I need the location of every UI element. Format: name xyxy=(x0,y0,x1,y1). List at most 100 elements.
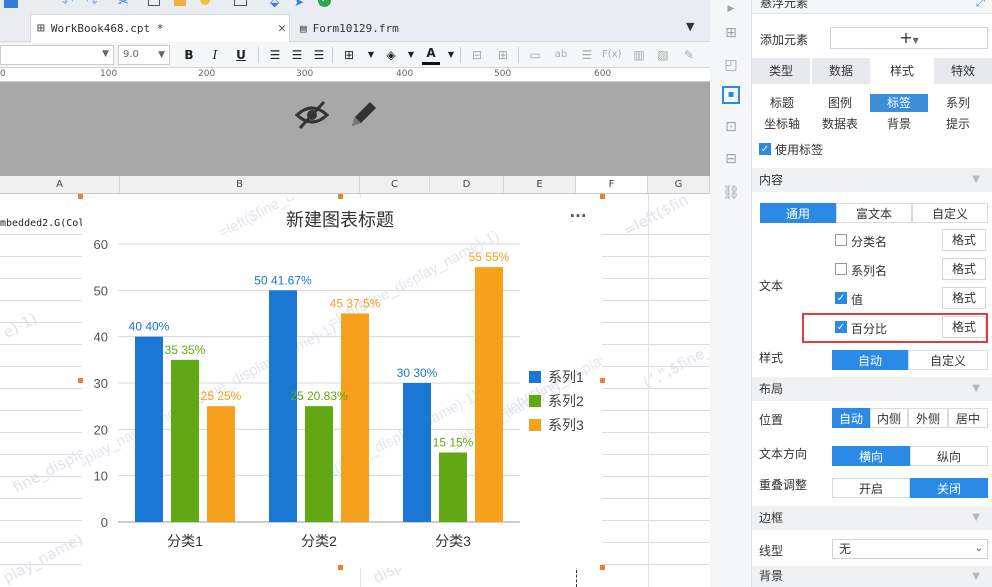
bold-button[interactable]: B xyxy=(180,45,198,65)
fill-color-icon[interactable]: ◈ xyxy=(382,45,400,65)
underline-button[interactable]: U xyxy=(232,45,250,65)
font-size-select[interactable]: 9.0 ▼ xyxy=(118,45,170,65)
preview-icon[interactable] xyxy=(234,0,247,6)
more-options-icon[interactable]: ... xyxy=(569,203,586,221)
font-color-icon[interactable]: A xyxy=(422,45,440,65)
content-mode-richtext[interactable]: 富文本 xyxy=(836,203,912,223)
pin-icon[interactable]: ⬙ xyxy=(270,0,279,9)
subtab-label[interactable]: 标签 xyxy=(870,94,928,112)
style-mode-custom[interactable]: 自定义 xyxy=(908,350,988,370)
check-icon[interactable]: ✓ xyxy=(318,0,331,7)
use-label-checkbox[interactable]: ✓ xyxy=(759,143,771,155)
position-outside[interactable]: 外侧 xyxy=(908,408,948,428)
subtab-legend[interactable]: 图例 xyxy=(812,94,868,112)
edit-pencil-icon[interactable] xyxy=(346,98,380,132)
merge-icon[interactable]: ⊟ xyxy=(468,45,486,65)
column-header-f[interactable]: F xyxy=(576,176,648,194)
column-header-a[interactable]: A xyxy=(0,176,120,194)
chevron-down-icon[interactable]: ▼ xyxy=(442,45,460,65)
subtab-title[interactable]: 标题 xyxy=(754,94,810,112)
column-header-b[interactable]: B xyxy=(120,176,360,194)
tab-data[interactable]: 数据 xyxy=(812,58,870,84)
position-label: 位置 xyxy=(759,413,784,427)
text-icon[interactable]: ab xyxy=(552,45,570,65)
position-auto[interactable]: 自动 xyxy=(832,408,870,428)
image-icon[interactable]: ▨ xyxy=(654,45,672,65)
hide-eye-icon[interactable] xyxy=(294,100,330,130)
column-header-e[interactable]: E xyxy=(504,176,576,194)
series-name-checkbox[interactable] xyxy=(835,263,847,275)
chevron-down-icon[interactable]: ▼ xyxy=(362,45,380,65)
chart-title[interactable]: 新建图表标题 xyxy=(286,210,394,230)
tab-type[interactable]: 类型 xyxy=(752,58,810,84)
tab-form[interactable]: ▤ Form10129.frm xyxy=(296,14,566,42)
column-header-c[interactable]: C xyxy=(360,176,430,194)
subtab-datasheet[interactable]: 数据表 xyxy=(812,115,868,133)
font-family-select[interactable]: ▼ xyxy=(0,45,114,65)
section-border[interactable]: 边框 ▼ xyxy=(752,506,992,530)
align-center-icon[interactable]: ☰ xyxy=(288,45,306,65)
italic-button[interactable]: I xyxy=(206,45,224,65)
section-background[interactable]: 背景 ▼ xyxy=(752,566,992,587)
percent-format-button[interactable]: 格式 xyxy=(942,316,986,338)
align-left-icon[interactable]: ☰ xyxy=(266,45,284,65)
chart-widget[interactable]: =left($fine_d =left($fine_display_name)-1… xyxy=(36,188,672,568)
position-center[interactable]: 居中 xyxy=(948,408,988,428)
style-mode-auto[interactable]: 自动 xyxy=(832,350,908,370)
widget-attr-icon[interactable]: ◰ xyxy=(722,56,740,74)
collapse-icon[interactable]: ▶ xyxy=(722,0,740,18)
condition-icon[interactable]: ⊡ xyxy=(722,118,740,136)
formula-icon[interactable]: F(x) xyxy=(602,45,621,65)
value-format-button[interactable]: 格式 xyxy=(942,287,986,309)
border-icon[interactable]: ⊞ xyxy=(340,45,358,65)
cell-a1[interactable]: mbedded2.G(Col xyxy=(0,218,84,229)
tab-effect[interactable]: 特效 xyxy=(934,58,992,84)
list-icon[interactable]: ☰ xyxy=(578,45,596,65)
cut-icon[interactable]: ✂ xyxy=(118,0,129,10)
position-inside[interactable]: 内侧 xyxy=(870,408,908,428)
line-icon[interactable]: ▭ xyxy=(526,45,544,65)
align-right-icon[interactable]: ☰ xyxy=(310,45,328,65)
direction-vertical[interactable]: 纵向 xyxy=(910,446,988,466)
chart-icon[interactable]: ▥ xyxy=(630,45,648,65)
undo-icon[interactable]: ↶ xyxy=(62,0,74,11)
category-format-button[interactable]: 格式 xyxy=(942,229,986,251)
form-attr-icon[interactable]: ⊟ xyxy=(722,150,740,168)
direction-horizontal[interactable]: 横向 xyxy=(832,446,910,466)
send-icon[interactable]: ➤ xyxy=(294,0,304,9)
percent-checkbox[interactable]: ✓ xyxy=(835,321,847,333)
tab-list-icon[interactable]: ▼ xyxy=(686,20,694,33)
overlap-on[interactable]: 开启 xyxy=(832,478,910,498)
pen-icon[interactable]: ✎ xyxy=(680,45,698,65)
content-mode-general[interactable]: 通用 xyxy=(760,203,836,223)
column-header-d[interactable]: D xyxy=(430,176,504,194)
content-mode-custom[interactable]: 自定义 xyxy=(912,203,988,223)
link-icon[interactable]: ⛓ xyxy=(722,184,740,202)
tab-workbook[interactable]: ⊞ WorkBook468.cpt * ✕ xyxy=(30,14,290,42)
section-layout[interactable]: 布局 ▼ xyxy=(752,377,992,401)
overlap-off[interactable]: 关闭 xyxy=(910,478,988,498)
tab-style[interactable]: 样式 xyxy=(872,58,932,84)
add-element-button[interactable]: +▼ xyxy=(830,27,988,49)
subtab-series[interactable]: 系列 xyxy=(930,94,986,112)
paste-icon[interactable] xyxy=(174,0,186,6)
subtab-tooltip[interactable]: 提示 xyxy=(930,115,986,133)
cell-attr-icon[interactable]: ⊞ xyxy=(722,24,740,42)
float-element-icon[interactable]: ▪ xyxy=(722,86,740,104)
value-checkbox[interactable]: ✓ xyxy=(835,292,847,304)
linetype-select[interactable]: 无 ⌄ xyxy=(832,539,988,559)
redo-icon[interactable]: ↷ xyxy=(86,0,98,11)
table-icon[interactable]: ⊞ xyxy=(494,45,512,65)
subtab-background[interactable]: 背景 xyxy=(870,115,928,133)
section-content[interactable]: 内容 ▼ xyxy=(752,168,992,192)
style-label: 样式 xyxy=(759,351,784,365)
save-icon[interactable] xyxy=(4,0,18,8)
series-format-button[interactable]: 格式 xyxy=(942,258,986,280)
copy-icon[interactable] xyxy=(148,0,160,6)
close-icon[interactable]: ✕ xyxy=(275,21,289,36)
category-name-checkbox[interactable] xyxy=(835,234,847,246)
chevron-down-icon[interactable]: ▼ xyxy=(402,45,420,65)
format-painter-icon[interactable] xyxy=(200,0,210,5)
expand-icon[interactable]: ⤢ xyxy=(976,0,985,10)
subtab-axis[interactable]: 坐标轴 xyxy=(754,115,810,133)
